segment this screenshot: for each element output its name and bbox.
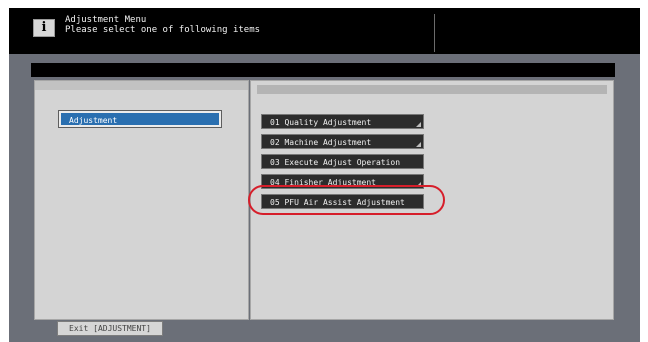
header-divider	[434, 14, 435, 52]
quality-adjustment-label: 01 Quality Adjustment	[270, 118, 372, 127]
page-title: Adjustment Menu	[65, 15, 147, 25]
right-panel-header	[257, 85, 607, 94]
page-instruction: Please select one of following items	[65, 25, 261, 35]
submenu-corner-icon	[416, 142, 421, 147]
quality-adjustment-button[interactable]: 01 Quality Adjustment	[261, 114, 424, 129]
header-bar: i Adjustment Menu Please select one of f…	[9, 8, 640, 54]
submenu-corner-icon	[416, 122, 421, 127]
left-panel-header	[35, 81, 248, 90]
highlight-ring	[248, 185, 445, 215]
execute-adjust-operation-button[interactable]: 03 Execute Adjust Operation	[261, 154, 424, 169]
info-icon: i	[33, 19, 55, 37]
panel-title-bar	[31, 63, 615, 77]
execute-adjust-operation-label: 03 Execute Adjust Operation	[270, 158, 401, 167]
machine-adjustment-button[interactable]: 02 Machine Adjustment	[261, 134, 424, 149]
exit-adjustment-button[interactable]: Exit [ADJUSTMENT]	[57, 321, 163, 336]
machine-adjustment-label: 02 Machine Adjustment	[270, 138, 372, 147]
nav-item-adjustment[interactable]: Adjustment	[58, 110, 222, 128]
